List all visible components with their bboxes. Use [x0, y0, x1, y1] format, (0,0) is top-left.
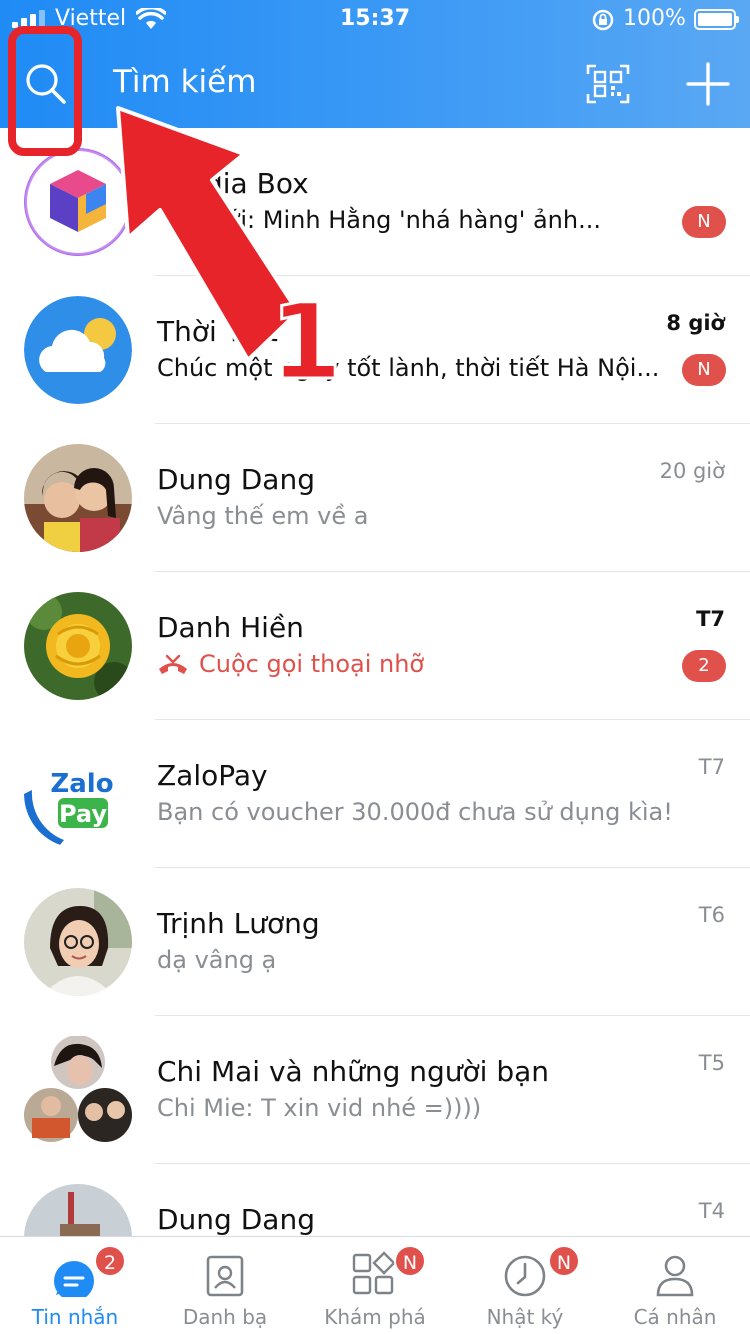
tab-label: Nhật ký: [486, 1305, 564, 1329]
tab-timeline[interactable]: N Nhật ký: [450, 1237, 600, 1334]
media-box-avatar: [24, 148, 132, 256]
conversation-row[interactable]: Danh Hiền Cuộc gọi thoại nhỡ T7 2: [0, 572, 750, 720]
conversation-preview: Chúc một ngày tốt lành, thời tiết Hà Nội…: [157, 354, 660, 382]
chat-icon: [54, 1261, 94, 1297]
clock-icon: [504, 1255, 546, 1297]
search-icon[interactable]: [24, 62, 68, 106]
unread-badge: N: [682, 354, 726, 386]
tab-label: Tin nhắn: [31, 1305, 119, 1329]
tab-badge: 2: [94, 1245, 126, 1277]
conversation-list: dia Box Mới: Minh Hằng 'nhá hàng' ảnh...…: [0, 128, 750, 1312]
qr-code-icon[interactable]: [586, 64, 630, 104]
tab-profile[interactable]: Cá nhân: [600, 1237, 750, 1334]
missed-call-preview: Cuộc gọi thoại nhỡ: [157, 650, 424, 678]
top-bar: Viettel 15:37 100% Tìm kiếm: [0, 0, 750, 128]
tab-badge: N: [548, 1245, 580, 1277]
conversation-row[interactable]: Chi Mai và những người bạn Chi Mie: T xi…: [0, 1016, 750, 1164]
tab-label: Cá nhân: [633, 1305, 717, 1329]
tab-contacts[interactable]: Danh bạ: [150, 1237, 300, 1334]
tab-badge: N: [394, 1245, 426, 1277]
bottom-tab-bar: 2 Tin nhắn Danh bạ N Khám phá N Nhật ký: [0, 1236, 750, 1334]
conversation-row[interactable]: Zalo Pay ZaloPay Bạn có voucher 30.000đ …: [0, 720, 750, 868]
conversation-row[interactable]: Thời Tiết Chúc một ngày tốt lành, thời t…: [0, 276, 750, 424]
conversation-time: T7: [698, 755, 725, 779]
conversation-preview: Chi Mie: T xin vid nhé =)))): [157, 1094, 482, 1122]
tab-label: Khám phá: [324, 1305, 426, 1329]
conversation-time: T5: [698, 1051, 725, 1075]
tab-label: Danh bạ: [182, 1305, 268, 1329]
discover-grid-icon: [352, 1251, 396, 1295]
conversation-name: dia Box: [205, 167, 309, 200]
dung-dang-avatar: [24, 444, 132, 552]
conversation-name: ZaloPay: [157, 759, 268, 792]
conversation-name: Dung Dang: [157, 463, 315, 496]
weather-avatar: [24, 296, 132, 404]
conversation-preview: Bạn có voucher 30.000đ chưa sử dụng kìa!: [157, 798, 673, 826]
unread-badge: N: [682, 206, 726, 238]
person-icon: [656, 1255, 694, 1297]
conversation-preview: dạ vâng ạ: [157, 946, 277, 974]
missed-call-icon: [159, 654, 187, 674]
conversation-name: Thời Tiết: [157, 315, 278, 348]
conversation-preview: Mới: Minh Hằng 'nhá hàng' ảnh...: [205, 206, 601, 234]
conversation-time: T4: [698, 1199, 725, 1223]
trinh-luong-avatar: [24, 888, 132, 996]
conversation-time: 8 giờ: [666, 311, 725, 335]
conversation-time: T6: [698, 903, 725, 927]
zalopay-avatar: Zalo Pay: [24, 740, 132, 848]
battery-percent: 100%: [623, 6, 686, 31]
conversation-time: 20 giờ: [659, 459, 725, 483]
tab-discover[interactable]: N Khám phá: [300, 1237, 450, 1334]
conversation-time: T7: [696, 607, 725, 631]
conversation-preview: Vâng thế em về a: [157, 502, 369, 530]
zalopay-logo-text: Pay: [59, 800, 107, 828]
conversation-name: Trịnh Lương: [157, 907, 320, 940]
plus-icon[interactable]: [686, 62, 730, 106]
status-bar: Viettel 15:37 100%: [0, 0, 750, 44]
tab-messages[interactable]: 2 Tin nhắn: [0, 1237, 150, 1334]
conversation-name: Chi Mai và những người bạn: [157, 1055, 550, 1088]
conversation-name: Dung Dang: [157, 1203, 315, 1236]
search-field[interactable]: Tìm kiếm: [113, 64, 256, 100]
conversation-row[interactable]: Trịnh Lương dạ vâng ạ T6: [0, 868, 750, 1016]
contacts-icon: [206, 1255, 244, 1297]
conversation-name: Danh Hiền: [157, 611, 304, 644]
unread-badge: 2: [682, 650, 726, 682]
battery-icon: [694, 9, 739, 30]
danh-hien-avatar: [24, 592, 132, 700]
group-avatar: [24, 1035, 132, 1144]
conversation-row[interactable]: Dung Dang Vâng thế em về a 20 giờ: [0, 424, 750, 572]
zalopay-logo-text: Zalo: [50, 769, 113, 799]
rotation-lock-icon: [592, 9, 614, 31]
conversation-preview: Cuộc gọi thoại nhỡ: [199, 650, 425, 678]
conversation-row[interactable]: dia Box Mới: Minh Hằng 'nhá hàng' ảnh...…: [0, 128, 750, 276]
